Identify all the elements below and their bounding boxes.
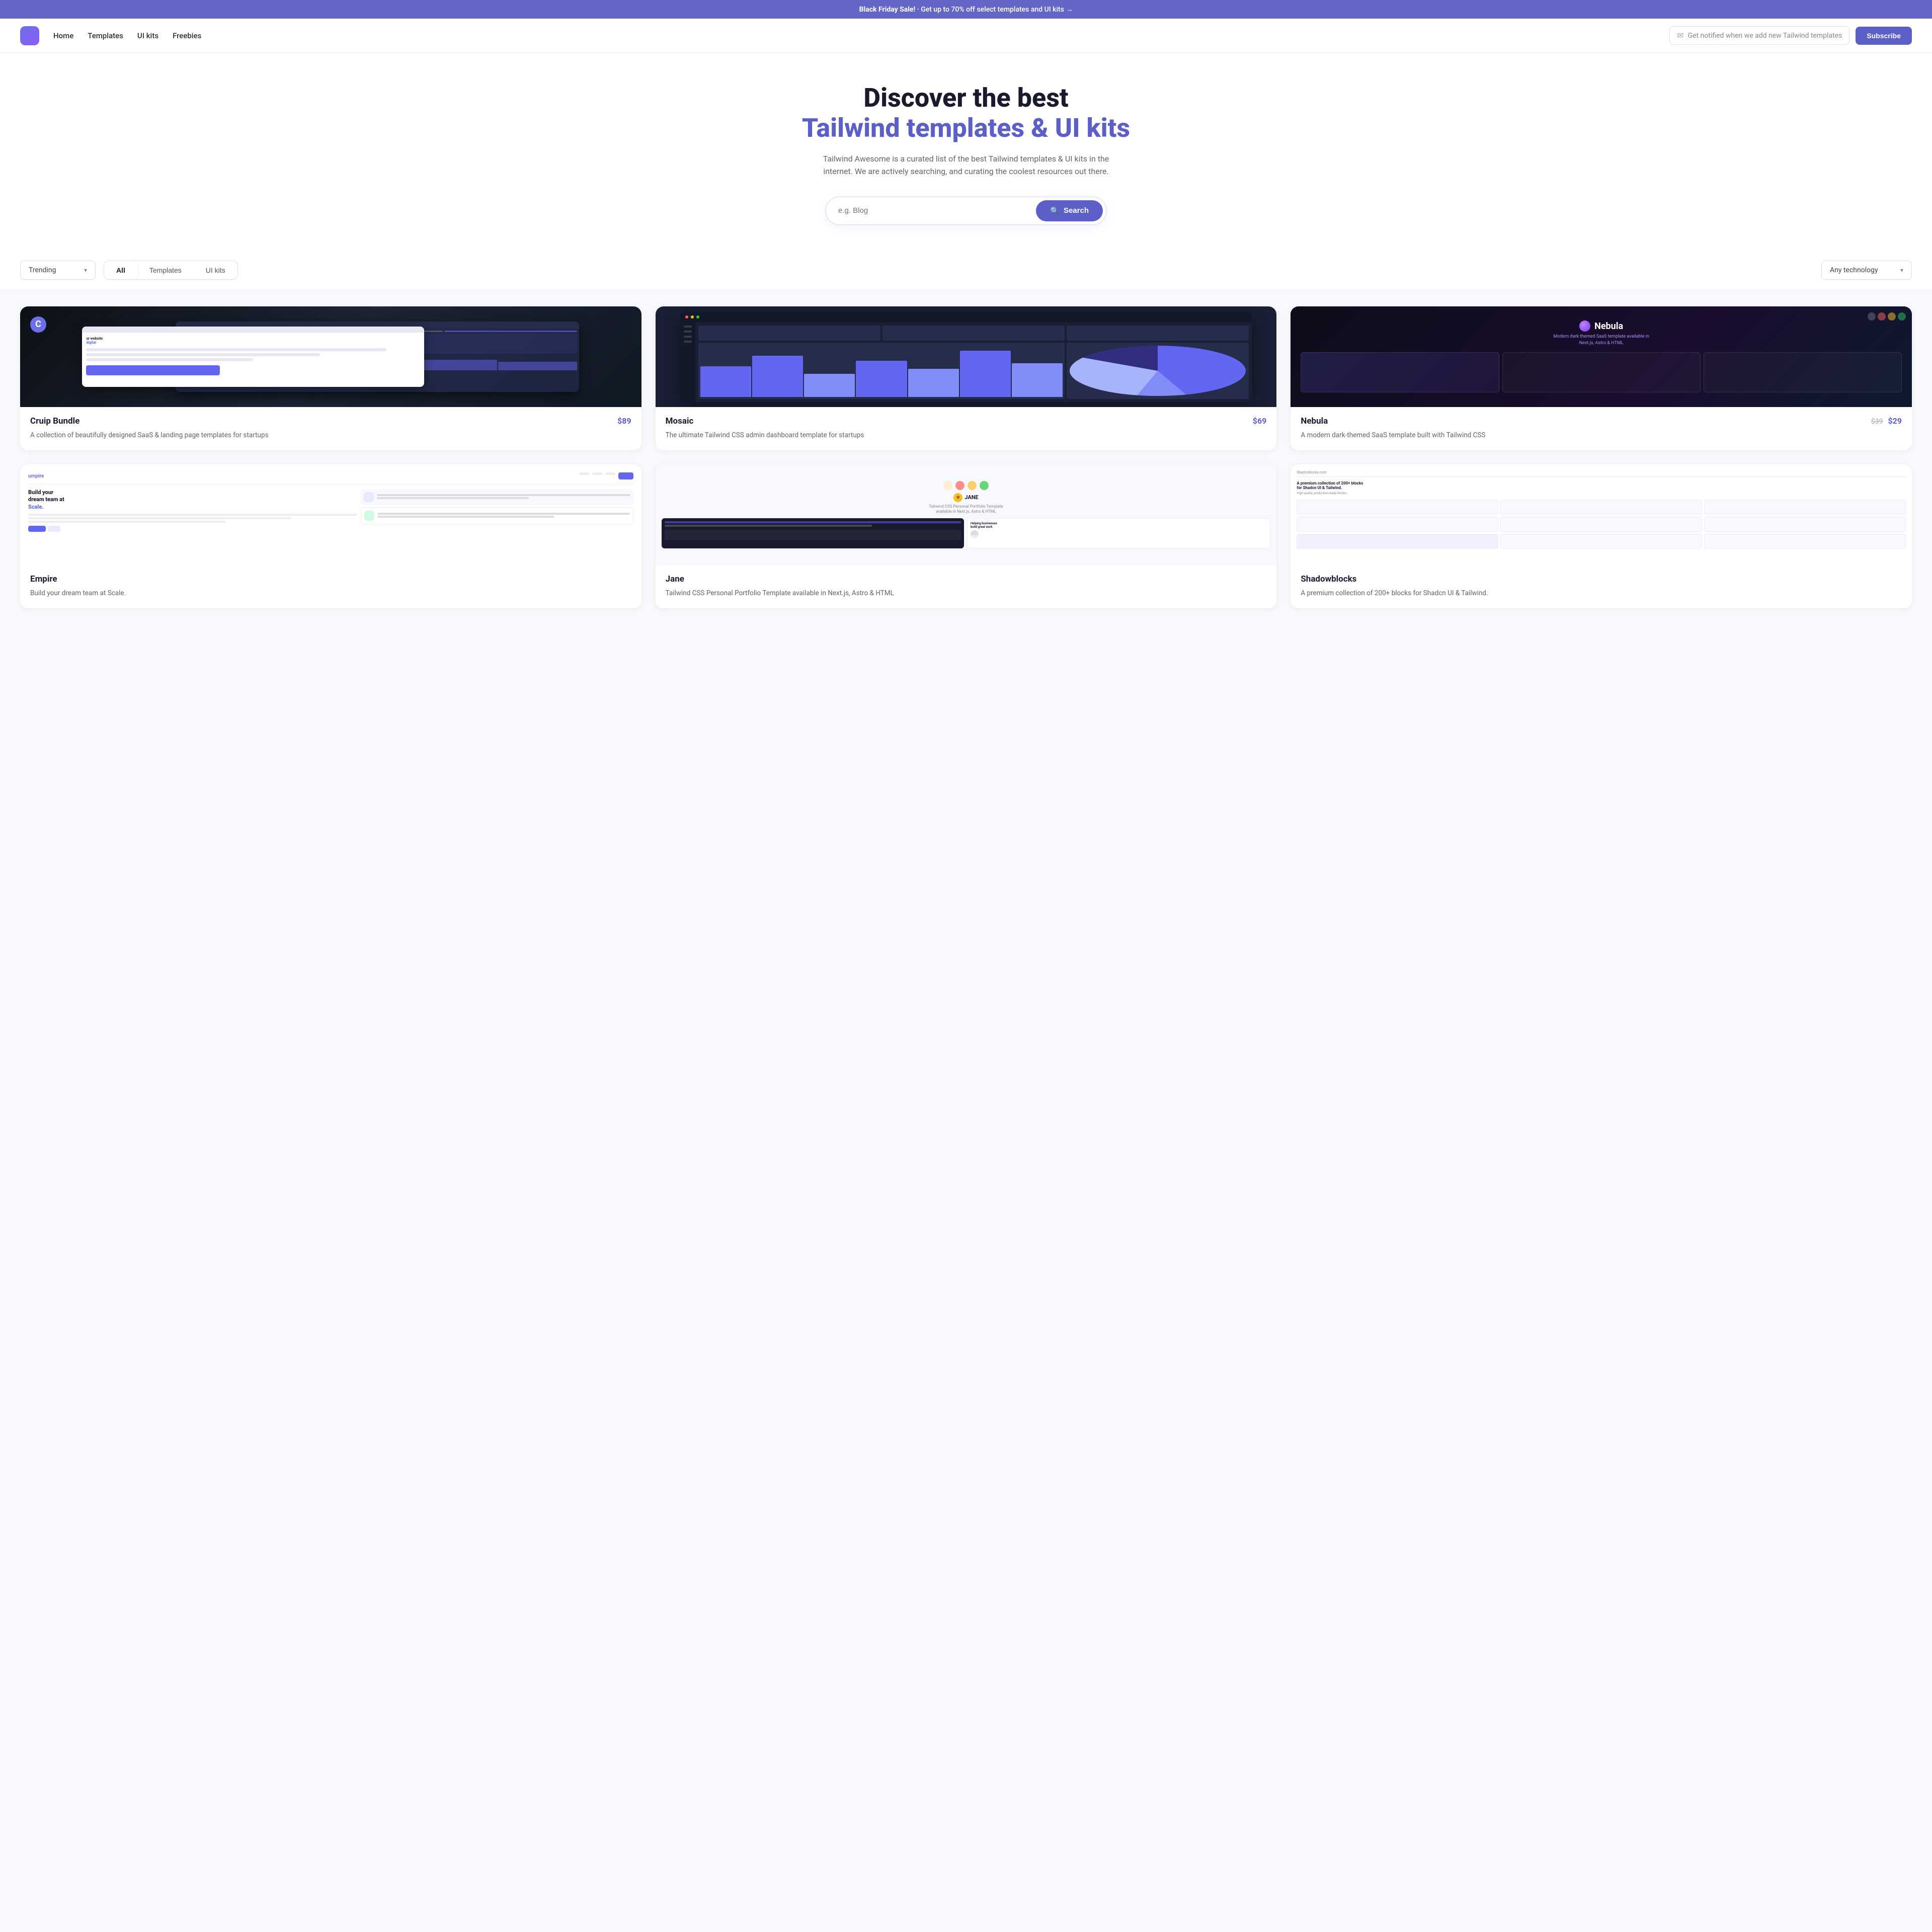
mail-icon: ✉ [1677,31,1683,40]
search-button-label: Search [1064,206,1089,215]
search-input[interactable] [838,206,1036,215]
notify-input-wrapper[interactable]: ✉ Get notified when we add new Tailwind … [1669,26,1849,45]
card-info-mosaic: Mosaic $69 The ultimate Tailwind CSS adm… [656,407,1277,450]
card-title: Jane [666,574,684,584]
banner-detail-text: · Get up to 70% off select templates and… [917,6,1073,14]
notify-placeholder-text: Get notified when we add new Tailwind te… [1688,32,1842,40]
chevron-down-icon: ▾ [84,267,87,274]
card-jane[interactable]: ⚙ JANE Tailwind CSS Personal Portfolio T… [656,464,1277,608]
card-mosaic[interactable]: Mosaic $69 The ultimate Tailwind CSS adm… [656,306,1277,450]
nav-freebies[interactable]: Freebies [173,31,201,40]
card-price-wrapper: $39 $29 [1871,416,1902,426]
card-cruip-bundle[interactable]: C [20,306,641,450]
search-button[interactable]: 🔍 Search [1036,200,1103,221]
nav-uikits[interactable]: UI kits [137,31,158,40]
tab-uikits[interactable]: UI kits [194,261,237,279]
filter-bar: Trending ▾ All Templates UI kits Any tec… [0,251,1932,290]
card-description: A premium collection of 200+ blocks for … [1301,588,1902,598]
card-price: $69 [1253,416,1267,426]
card-description: A collection of beautifully designed Saa… [30,430,631,440]
technology-dropdown[interactable]: Any technology ▾ [1821,261,1912,280]
search-container: 🔍 Search [20,196,1912,225]
card-empire[interactable]: umpire Build yourdream team atScale. [20,464,641,608]
card-description: Tailwind CSS Personal Portfolio Template… [666,588,1267,598]
nav-templates[interactable]: Templates [88,31,123,40]
card-image-cruip: C [20,306,641,407]
hero-subtitle: Tailwind Awesome is a curated list of th… [815,152,1117,178]
sort-dropdown[interactable]: Trending ▾ [20,261,96,280]
nav-home[interactable]: Home [53,31,73,40]
card-description: Build your dream team at Scale. [30,588,631,598]
tab-all[interactable]: All [104,261,137,279]
filter-tabs: All Templates UI kits [104,261,238,280]
card-info-jane: Jane Tailwind CSS Personal Portfolio Tem… [656,565,1277,608]
empire-mockup: umpire Build yourdream team atScale. [20,464,641,565]
card-title: Mosaic [666,416,694,426]
navbar-right: ✉ Get notified when we add new Tailwind … [1669,26,1912,45]
card-title: Shadowblocks [1301,574,1356,584]
card-image-empire: umpire Build yourdream team atScale. [20,464,641,565]
card-price: $89 [617,416,631,426]
card-info-empire: Empire Build your dream team at Scale. [20,565,641,608]
navbar: Home Templates UI kits Freebies ✉ Get no… [0,19,1932,53]
card-title: Cruip Bundle [30,416,79,426]
promo-banner: Black Friday Sale! · Get up to 70% off s… [0,0,1932,19]
tech-chevron-icon: ▾ [1900,267,1903,274]
site-logo[interactable] [20,26,39,45]
hero-title-dark: Discover the best [863,83,1068,113]
card-info-cruip: Cruip Bundle $89 A collection of beautif… [20,407,641,450]
card-price-old: $39 [1871,418,1883,426]
tab-templates[interactable]: Templates [137,261,194,279]
card-title: Nebula [1301,416,1328,426]
cruip-logo-icon: C [30,316,46,333]
hero-title-blue: Tailwind templates & UI kits [20,113,1912,143]
subscribe-button[interactable]: Subscribe [1856,27,1912,45]
nebula-mockup: Nebula Modern dark themed SaaS template … [1291,306,1912,407]
search-icon: 🔍 [1050,206,1060,215]
card-shadowblocks[interactable]: Shadcnblocks.com A premium collection of… [1291,464,1912,608]
search-bar: 🔍 Search [825,196,1107,225]
card-price: $29 [1888,416,1902,426]
shadow-mockup: Shadcnblocks.com A premium collection of… [1291,464,1912,565]
jane-mockup: ⚙ JANE Tailwind CSS Personal Portfolio T… [656,464,1277,565]
hero-section: Discover the best Tailwind templates & U… [0,53,1932,251]
card-image-nebula: Nebula Modern dark themed SaaS template … [1291,306,1912,407]
card-info-nebula: Nebula $39 $29 A modern dark-themed SaaS… [1291,407,1912,450]
sort-label: Trending [29,266,56,274]
mosaic-mockup [680,311,1252,402]
technology-label: Any technology [1830,266,1878,274]
card-description: A modern dark-themed SaaS template built… [1301,430,1902,440]
cruip-mockup: C [20,306,641,407]
card-image-mosaic [656,306,1277,407]
card-image-shadow: Shadcnblocks.com A premium collection of… [1291,464,1912,565]
main-content: C [0,290,1932,629]
cards-grid: C [20,306,1912,609]
card-info-shadow: Shadowblocks A premium collection of 200… [1291,565,1912,608]
screen-front: ur websitedigital [82,327,424,387]
card-title: Empire [30,574,57,584]
card-description: The ultimate Tailwind CSS admin dashboar… [666,430,1267,440]
card-nebula[interactable]: Nebula Modern dark themed SaaS template … [1291,306,1912,450]
banner-sale-text: Black Friday Sale! [859,6,916,14]
nav-links: Home Templates UI kits Freebies [53,31,201,40]
card-image-jane: ⚙ JANE Tailwind CSS Personal Portfolio T… [656,464,1277,565]
